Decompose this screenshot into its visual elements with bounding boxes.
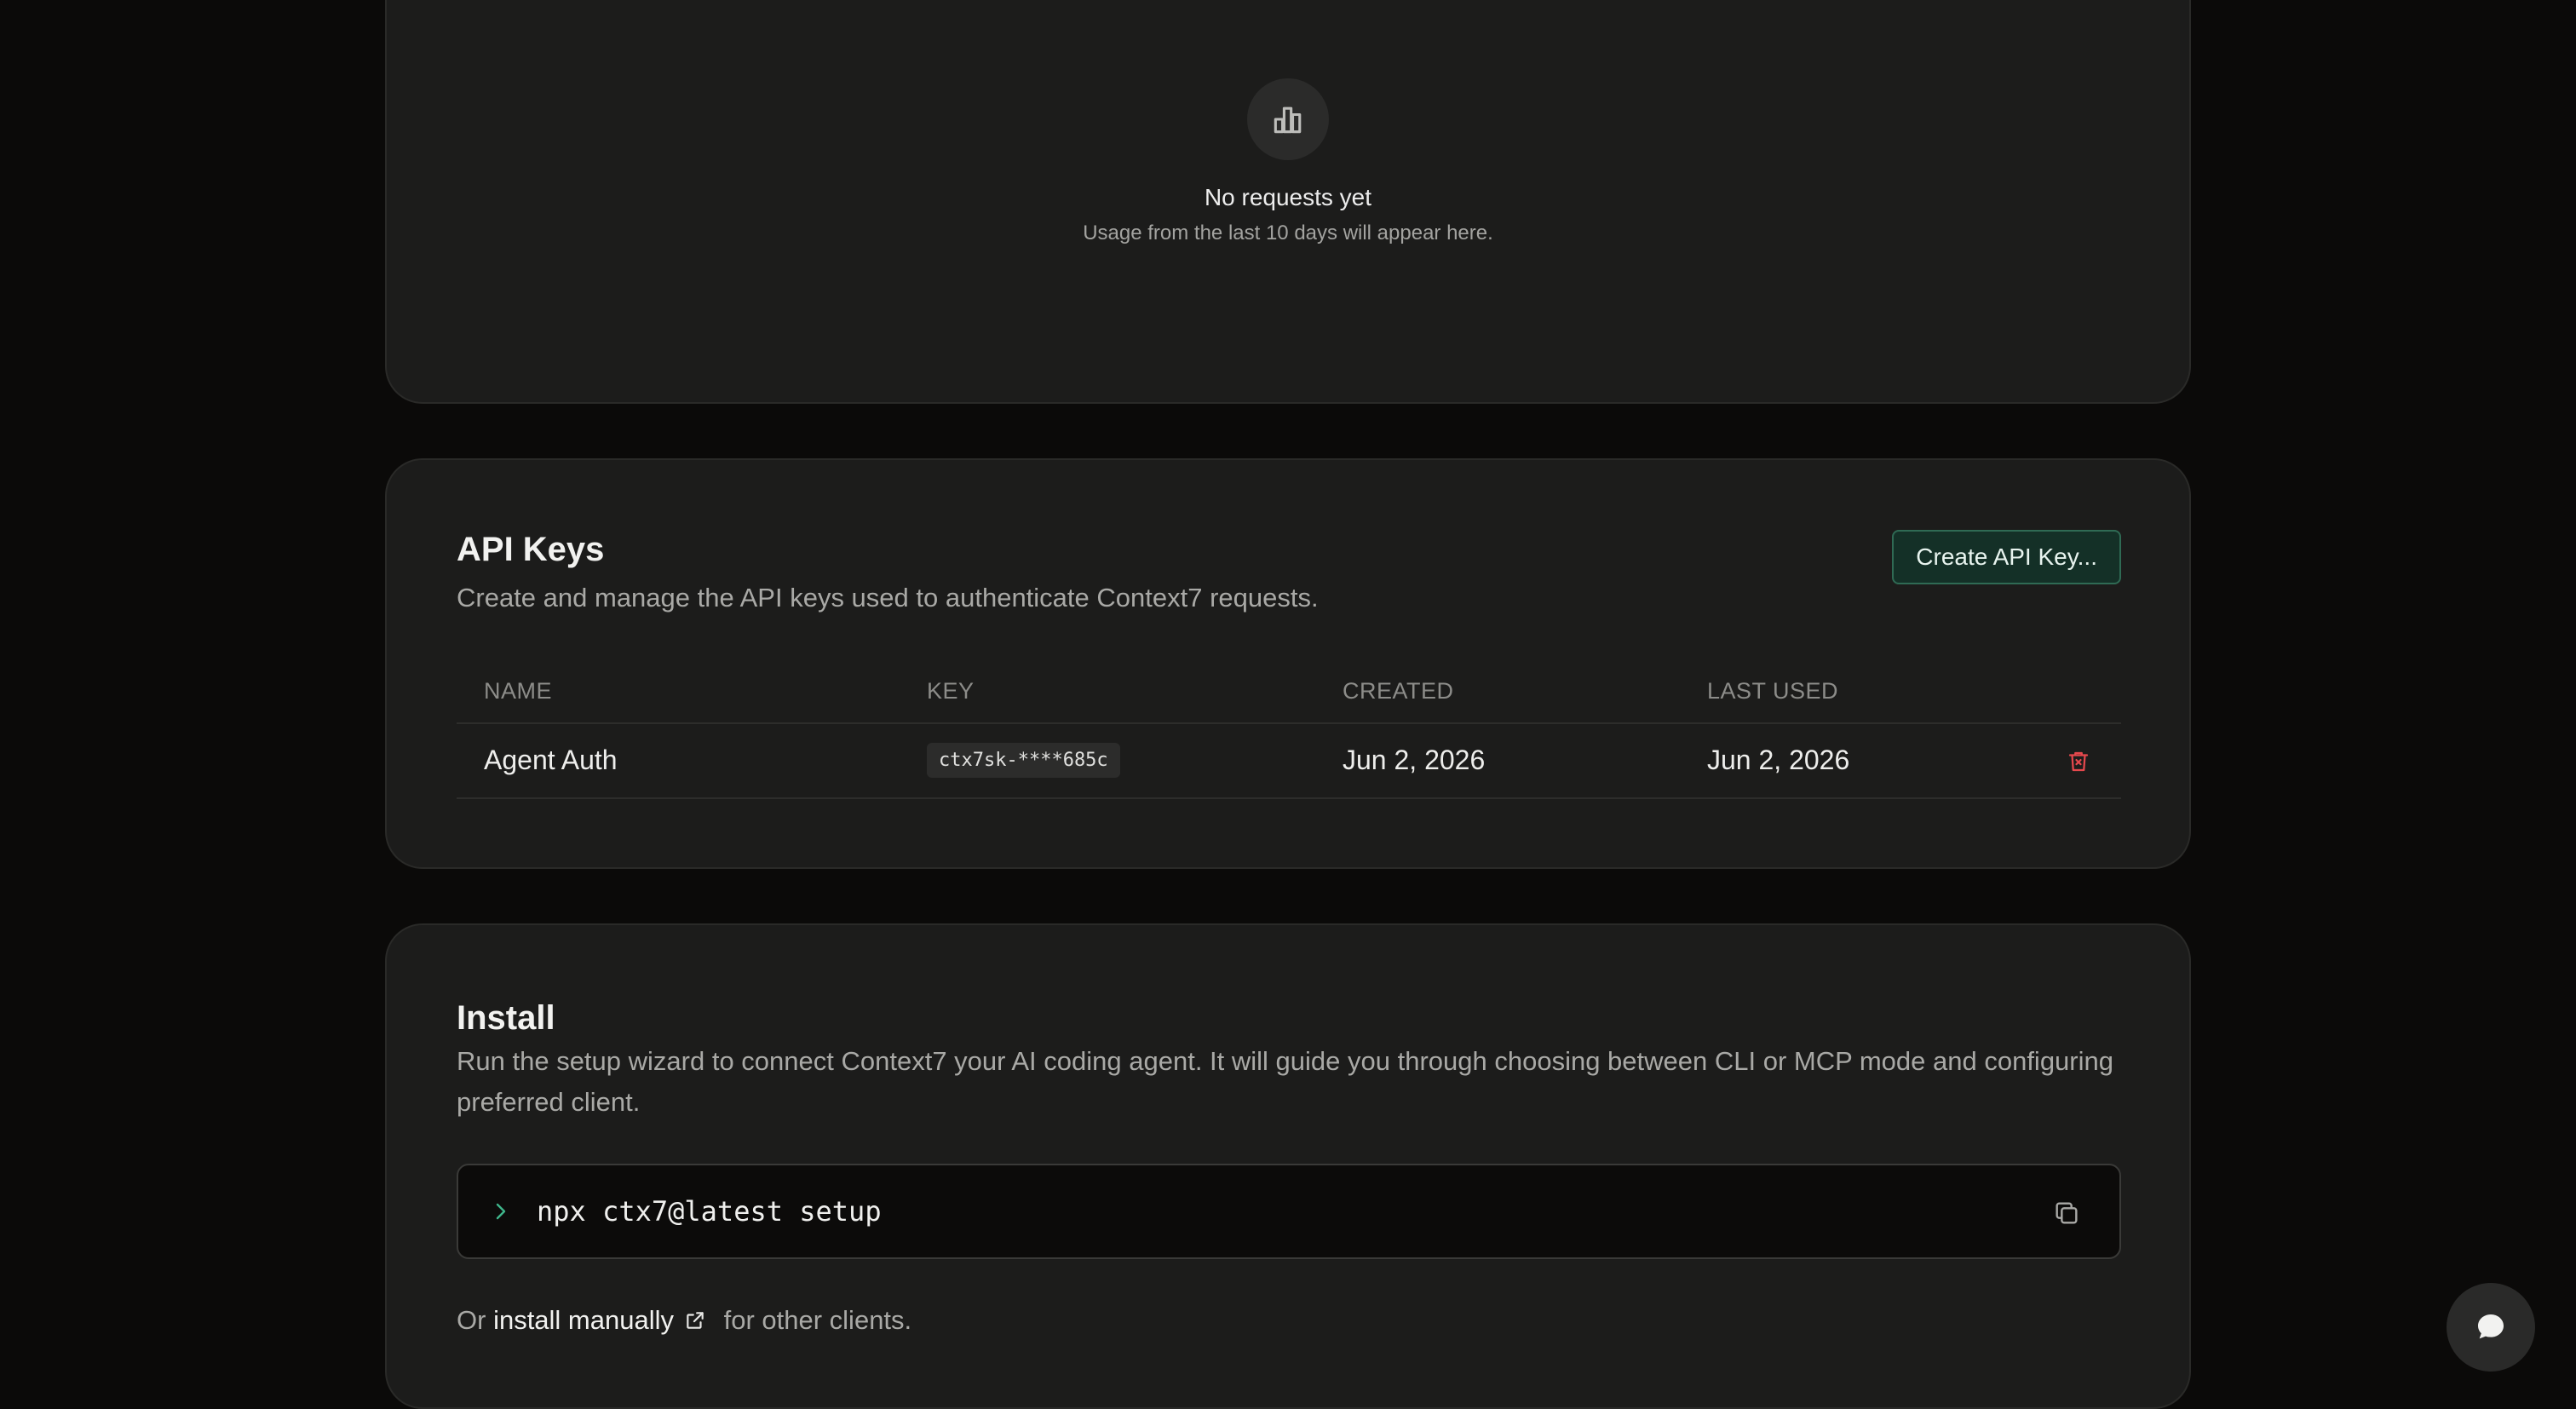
chevron-right-icon (489, 1193, 515, 1230)
key-value: ctx7sk-****685c (927, 743, 1120, 778)
copy-icon (2052, 1199, 2081, 1228)
install-footer: Or install manually for other clients. (457, 1300, 911, 1341)
api-keys-title: API Keys (457, 531, 605, 568)
chat-bubble-icon (2474, 1310, 2508, 1344)
command-box: npx ctx7@latest setup (457, 1164, 2121, 1259)
column-header-name: NAME (484, 678, 553, 704)
usage-empty-state: No requests yet Usage from the last 10 d… (387, 78, 2189, 247)
chat-button[interactable] (2447, 1283, 2535, 1372)
install-title: Install (457, 999, 555, 1037)
api-keys-table: NAME KEY CREATED LAST USED Agent Auth ct… (457, 661, 2121, 799)
external-link-icon (682, 1308, 708, 1333)
table-header: NAME KEY CREATED LAST USED (457, 661, 2121, 724)
install-card: Install Run the setup wizard to connect … (385, 923, 2191, 1409)
empty-state-title: No requests yet (1204, 184, 1372, 210)
delete-key-button[interactable] (2063, 746, 2094, 777)
usage-card: No requests yet Usage from the last 10 d… (385, 0, 2191, 404)
bar-chart-icon (1247, 78, 1329, 160)
install-footer-suffix: for other clients. (716, 1305, 912, 1335)
key-name: Agent Auth (484, 745, 618, 775)
copy-command-button[interactable] (2050, 1196, 2084, 1230)
page: No requests yet Usage from the last 10 d… (0, 0, 2576, 1409)
empty-state-subtitle: Usage from the last 10 days will appear … (1083, 221, 1493, 244)
api-keys-card: API Keys Create and manage the API keys … (385, 458, 2191, 869)
table-row: Agent Auth ctx7sk-****685c Jun 2, 2026 J… (457, 724, 2121, 799)
api-keys-description: Create and manage the API keys used to a… (457, 583, 1319, 612)
key-last-used-date: Jun 2, 2026 (1707, 745, 1850, 775)
column-header-last-used: LAST USED (1707, 678, 1839, 704)
column-header-created: CREATED (1343, 678, 1454, 704)
create-api-key-button[interactable]: Create API Key... (1892, 530, 2121, 584)
column-header-key: KEY (927, 678, 975, 704)
key-created-date: Jun 2, 2026 (1343, 745, 1486, 775)
trash-icon (2066, 748, 2091, 775)
setup-command: npx ctx7@latest setup (537, 1195, 882, 1228)
install-footer-prefix: Or (457, 1305, 494, 1335)
install-description: Run the setup wizard to connect Context7… (457, 1046, 2113, 1117)
install-manually-link[interactable]: install manually (493, 1300, 674, 1341)
